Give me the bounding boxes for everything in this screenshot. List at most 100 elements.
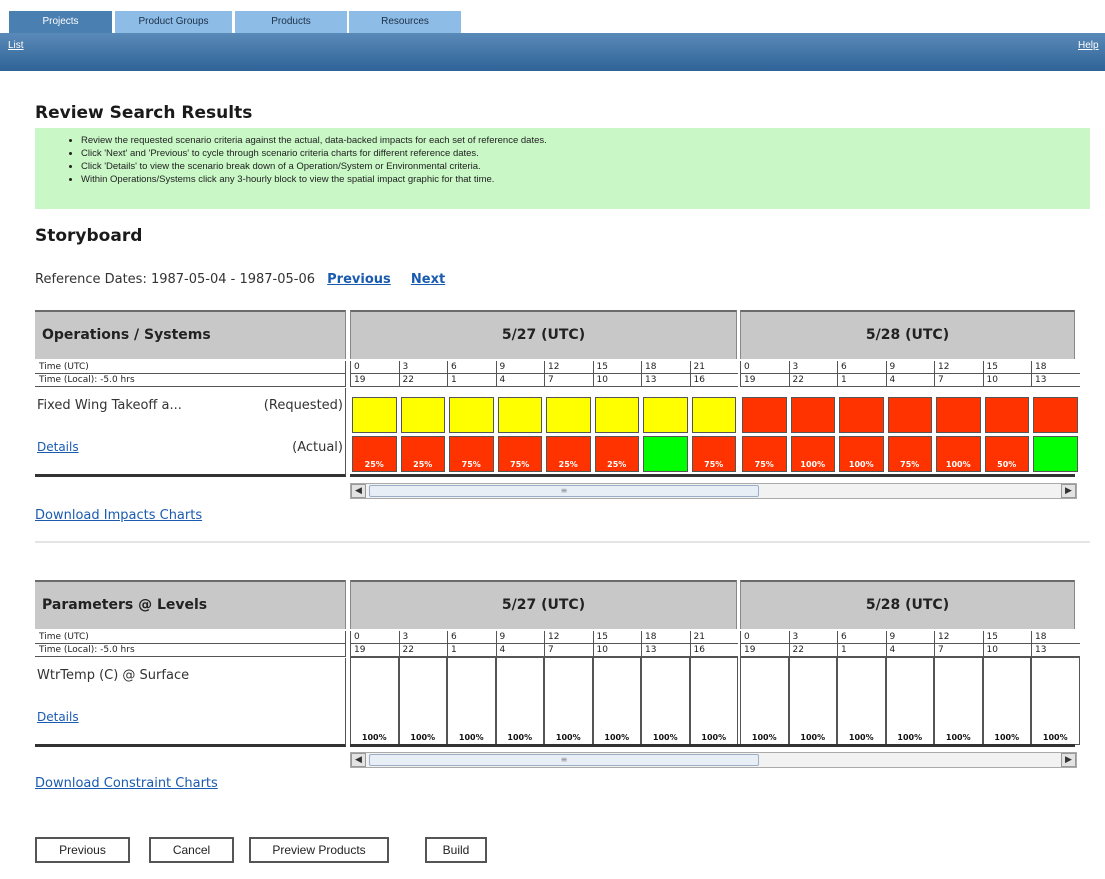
scrollbar-thumb[interactable]: ≡ [369, 754, 759, 766]
local-hour-cell: 13 [641, 374, 690, 387]
utc-hour-cell: 9 [495, 631, 544, 644]
operations-details-link[interactable]: Details [37, 440, 79, 454]
impact-percent: 100% [800, 460, 826, 469]
requested-impact-block[interactable] [643, 397, 688, 433]
list-link[interactable]: List [8, 40, 24, 51]
utc-hour-cell: 12 [544, 361, 593, 374]
day-header: 5/28 (UTC) [740, 580, 1075, 629]
requested-impact-block[interactable] [936, 397, 981, 433]
parameter-value-cell[interactable]: 100% [689, 657, 738, 745]
utc-hour-cell: 15 [592, 631, 641, 644]
parameter-value-cell[interactable]: 100% [982, 657, 1031, 745]
requested-impact-block[interactable] [352, 397, 397, 433]
top-tab-bar: Projects Product Groups Products Resourc… [0, 0, 1105, 33]
tab-product-groups[interactable]: Product Groups [115, 11, 232, 33]
scroll-left-icon[interactable]: ◀ [351, 484, 366, 498]
parameter-row: WtrTemp (C) @ Surface Details [35, 658, 346, 747]
scrollbar-thumb[interactable]: ≡ [369, 485, 759, 497]
local-hour-cell: 7 [544, 374, 593, 387]
time-utc-label: Time (UTC) [35, 361, 346, 374]
section-divider [35, 541, 1090, 543]
next-link[interactable]: Next [411, 272, 445, 287]
requested-impact-block[interactable] [400, 397, 445, 433]
cancel-button[interactable]: Cancel [149, 837, 234, 863]
requested-impact-block[interactable] [691, 397, 736, 433]
preview-products-button[interactable]: Preview Products [249, 837, 389, 863]
requested-impact-block[interactable] [839, 397, 884, 433]
scroll-right-icon[interactable]: ▶ [1061, 484, 1076, 498]
local-hour-cell: 1 [837, 374, 886, 387]
previous-button[interactable]: Previous [35, 837, 130, 863]
impact-percent: 100% [848, 460, 874, 469]
actual-impact-block[interactable]: 25% [400, 436, 445, 472]
download-impacts-charts-link[interactable]: Download Impacts Charts [35, 508, 202, 523]
previous-link[interactable]: Previous [327, 272, 391, 287]
actual-impact-block[interactable]: 75% [742, 436, 787, 472]
build-button[interactable]: Build [425, 837, 487, 863]
actual-impact-block[interactable]: 75% [887, 436, 932, 472]
parameter-value-cell[interactable]: 100% [350, 657, 399, 745]
parameters-header: Parameters @ Levels [35, 580, 346, 629]
parameter-percent: 100% [652, 733, 678, 742]
parameter-value-cell[interactable]: 100% [740, 657, 789, 745]
parameter-value-cell[interactable]: 100% [788, 657, 837, 745]
day-header: 5/28 (UTC) [740, 310, 1075, 359]
impact-percent: 75% [510, 460, 530, 469]
utc-hour-cell: 0 [740, 361, 789, 374]
sub-navigation-bar: List Help [0, 33, 1105, 71]
requested-impact-block[interactable] [887, 397, 932, 433]
actual-impact-block[interactable]: 25% [546, 436, 591, 472]
utc-hour-cell: 9 [885, 631, 934, 644]
help-link[interactable]: Help [1078, 40, 1099, 51]
operations-horizontal-scrollbar[interactable]: ◀ ≡ ▶ [350, 483, 1077, 499]
requested-impact-block[interactable] [449, 397, 494, 433]
local-hour-cell: 13 [1031, 374, 1080, 387]
actual-impact-block[interactable]: 100% [790, 436, 835, 472]
local-hour-cell: 1 [447, 644, 496, 657]
actual-impact-block[interactable]: 100% [936, 436, 981, 472]
actual-label: (Actual) [292, 440, 343, 455]
parameter-value-cell[interactable]: 100% [837, 657, 886, 745]
actual-impact-block[interactable] [1033, 436, 1078, 472]
parameter-value-cell[interactable]: 100% [885, 657, 934, 745]
parameter-value-cell[interactable]: 100% [641, 657, 690, 745]
parameter-value-cell[interactable]: 100% [544, 657, 593, 745]
tab-products[interactable]: Products [235, 11, 347, 33]
reference-dates-label: Reference Dates: 1987-05-04 - 1987-05-06 [35, 272, 316, 287]
parameter-percent: 100% [555, 733, 581, 742]
parameter-value-cell[interactable]: 100% [495, 657, 544, 745]
download-constraint-charts-link[interactable]: Download Constraint Charts [35, 776, 218, 791]
actual-impact-block[interactable]: 75% [691, 436, 736, 472]
instruction-item: Click 'Details' to view the scenario bre… [81, 160, 1090, 173]
scroll-right-icon[interactable]: ▶ [1061, 753, 1076, 767]
parameter-value-cell[interactable]: 100% [447, 657, 496, 745]
requested-impact-block[interactable] [790, 397, 835, 433]
parameter-value-cell[interactable]: 100% [934, 657, 983, 745]
actual-impact-block[interactable]: 25% [352, 436, 397, 472]
parameters-details-link[interactable]: Details [37, 710, 79, 724]
actual-impact-block[interactable] [643, 436, 688, 472]
operations-header: Operations / Systems [35, 310, 346, 359]
actual-impact-block[interactable]: 75% [449, 436, 494, 472]
tab-resources[interactable]: Resources [349, 11, 461, 33]
requested-impact-block[interactable] [546, 397, 591, 433]
requested-impact-block[interactable] [594, 397, 639, 433]
actual-impact-block[interactable]: 100% [839, 436, 884, 472]
requested-impact-block[interactable] [497, 397, 542, 433]
tab-projects[interactable]: Projects [9, 11, 112, 33]
parameter-percent: 100% [701, 733, 727, 742]
requested-impact-block[interactable] [984, 397, 1029, 433]
requested-impact-block[interactable] [742, 397, 787, 433]
scroll-left-icon[interactable]: ◀ [351, 753, 366, 767]
utc-hour-cell: 0 [350, 361, 399, 374]
local-hour-cell: 4 [885, 374, 934, 387]
parameters-horizontal-scrollbar[interactable]: ◀ ≡ ▶ [350, 752, 1077, 768]
actual-impact-block[interactable]: 50% [984, 436, 1029, 472]
actual-impact-block[interactable]: 25% [594, 436, 639, 472]
parameter-value-cell[interactable]: 100% [592, 657, 641, 745]
parameter-value-cell[interactable]: 100% [398, 657, 447, 745]
utc-hour-cell: 12 [934, 361, 983, 374]
requested-impact-block[interactable] [1033, 397, 1078, 433]
actual-impact-block[interactable]: 75% [497, 436, 542, 472]
parameter-value-cell[interactable]: 100% [1031, 657, 1080, 745]
